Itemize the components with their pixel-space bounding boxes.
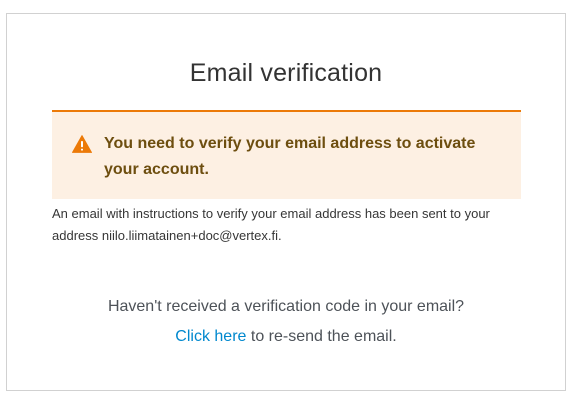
- page-title: Email verification: [189, 59, 383, 87]
- resend-link[interactable]: Click here: [175, 328, 246, 345]
- warning-alert: You need to verify your email address to…: [52, 110, 521, 199]
- resend-question: Haven't received a verification code in …: [107, 298, 465, 315]
- resend-suffix: to re-send the email.: [246, 328, 397, 345]
- resend-section: Haven't received a verification code in …: [7, 292, 565, 352]
- alert-message: You need to verify your email address to…: [104, 135, 476, 178]
- resend-line: Click here to re-send the email.: [7, 322, 565, 352]
- warning-triangle-icon: [72, 135, 92, 153]
- instructions-text: An email with instructions to verify you…: [52, 206, 490, 243]
- verification-card: Email verification You need to verify yo…: [6, 13, 566, 391]
